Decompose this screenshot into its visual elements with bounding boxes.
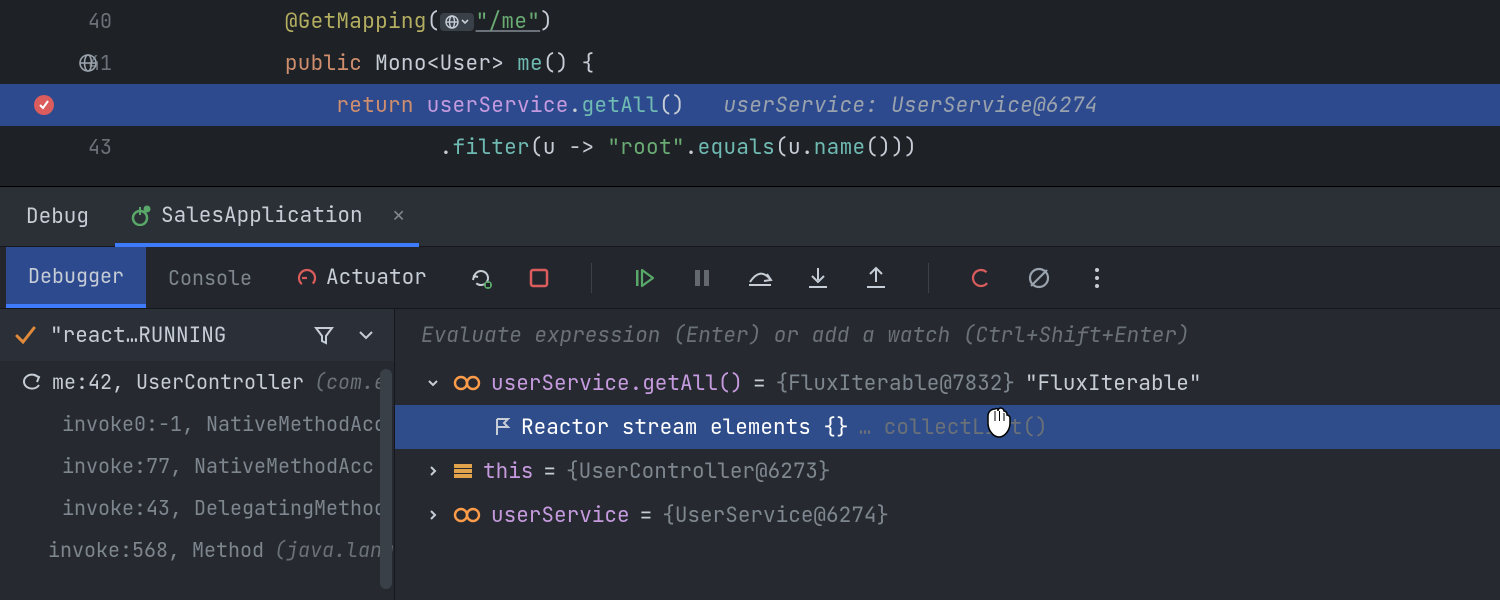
actuator-label: Actuator xyxy=(326,264,427,291)
pause-icon[interactable] xyxy=(688,264,716,292)
stack-frame[interactable]: me:42, UserController(com.e xyxy=(0,361,394,403)
stack-frame[interactable]: invoke:77, NativeMethodAcc xyxy=(0,445,394,487)
tab-console[interactable]: Console xyxy=(146,247,274,308)
flag-icon xyxy=(493,417,511,437)
separator xyxy=(928,263,929,293)
resume-icon[interactable] xyxy=(630,264,658,292)
variables-panel[interactable]: Evaluate expression (Enter) or add a wat… xyxy=(395,309,1500,600)
step-out-icon[interactable] xyxy=(862,264,890,292)
evaluate-expression-input[interactable]: Evaluate expression (Enter) or add a wat… xyxy=(395,309,1500,361)
more-icon[interactable] xyxy=(1083,264,1111,292)
thread-selector[interactable]: "react…RUNNING xyxy=(0,309,394,361)
run-config-name: SalesApplication xyxy=(161,202,363,229)
variable-node[interactable]: userService = {UserService@6274} xyxy=(395,493,1500,537)
check-icon xyxy=(14,324,36,346)
frames-panel[interactable]: "react…RUNNING me:42, UserController(com… xyxy=(0,309,395,600)
code-line[interactable]: 41 public Mono<User> me() { xyxy=(0,42,1500,84)
scrollbar[interactable] xyxy=(380,369,392,589)
expander-icon[interactable] xyxy=(423,465,443,477)
run-config-icon xyxy=(129,204,151,226)
variable-node[interactable]: Reactor stream elements {} … collectList… xyxy=(395,405,1500,449)
stack-frame[interactable]: invoke:43, DelegatingMethod xyxy=(0,487,394,529)
step-into-icon[interactable] xyxy=(804,264,832,292)
debug-subtabs: Debugger Console xyxy=(6,247,274,308)
filter-icon[interactable] xyxy=(310,321,338,349)
debug-toolbar: Debugger Console Actuator xyxy=(0,246,1500,308)
run-config-tab[interactable]: SalesApplication ✕ xyxy=(115,188,419,247)
view-breakpoints-icon[interactable] xyxy=(967,264,995,292)
debug-toolwindow-tabstrip: Debug SalesApplication ✕ xyxy=(0,186,1500,246)
watch-icon xyxy=(453,374,481,392)
stack-frame[interactable]: invoke:568, Method (java.lang xyxy=(0,529,394,571)
variable-node[interactable]: this = {UserController@6273} xyxy=(395,449,1500,493)
thread-name: "react…RUNNING xyxy=(50,322,226,349)
globe-icon[interactable] xyxy=(440,13,474,31)
mute-breakpoints-icon[interactable] xyxy=(1025,264,1053,292)
stack-frame[interactable]: invoke0:-1, NativeMethodAcc xyxy=(0,403,394,445)
separator xyxy=(591,263,592,293)
step-over-icon[interactable] xyxy=(746,264,774,292)
line-number: 40 xyxy=(72,8,112,34)
variables-tree[interactable]: userService.getAll() = {FluxIterable@783… xyxy=(395,361,1500,600)
rerun-icon[interactable] xyxy=(467,264,495,292)
field-icon xyxy=(453,463,473,479)
breakpoint-icon[interactable] xyxy=(34,95,54,115)
close-icon[interactable]: ✕ xyxy=(393,202,405,228)
code-line[interactable]: return userService.getAll() userService:… xyxy=(0,84,1500,126)
tab-actuator[interactable]: Actuator xyxy=(280,247,443,308)
variable-node[interactable]: userService.getAll() = {FluxIterable@783… xyxy=(395,361,1500,405)
debug-body: "react…RUNNING me:42, UserController(com… xyxy=(0,308,1500,600)
tab-debugger[interactable]: Debugger xyxy=(6,247,146,308)
debug-toolwindow-label: Debug xyxy=(0,203,115,230)
code-line[interactable]: 43 .filter(u -> "root".equals(u.name())) xyxy=(0,126,1500,168)
drop-frame-icon[interactable] xyxy=(22,373,42,391)
code-editor[interactable]: 40 @GetMapping("/me")41 public Mono<User… xyxy=(0,0,1500,186)
actuator-icon xyxy=(296,267,318,289)
expander-icon[interactable] xyxy=(423,377,443,389)
chevron-down-icon[interactable] xyxy=(352,321,380,349)
expander-icon[interactable] xyxy=(423,509,443,521)
code-line[interactable]: 40 @GetMapping("/me") xyxy=(0,0,1500,42)
line-number: 43 xyxy=(72,134,112,160)
watch-icon xyxy=(453,506,481,524)
frames-list[interactable]: me:42, UserController(com.einvoke0:-1, N… xyxy=(0,361,394,600)
web-icon[interactable] xyxy=(78,53,98,73)
stop-icon[interactable] xyxy=(525,264,553,292)
